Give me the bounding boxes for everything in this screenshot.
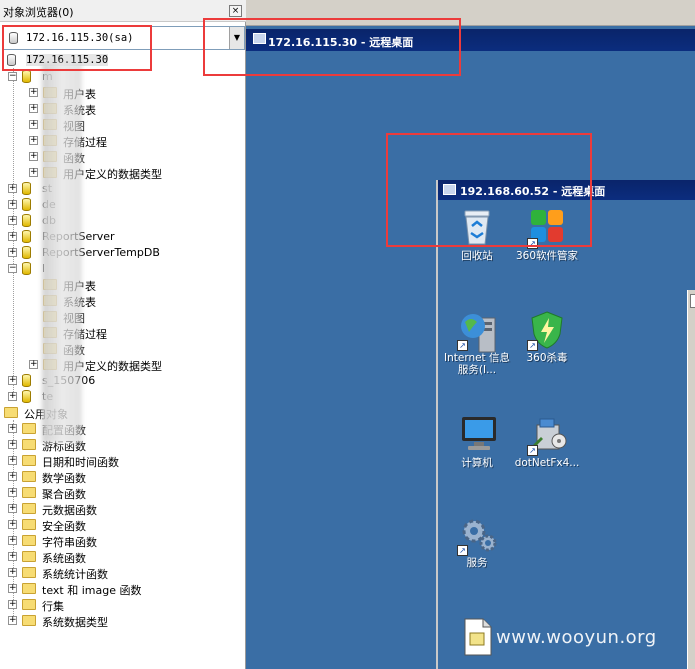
- redacted-region: [42, 63, 82, 443]
- tree-node-label: text 和 image 函数: [42, 584, 142, 597]
- desktop-icon-label: 计算机: [461, 457, 493, 469]
- tree-node-label: 系统数据类型: [42, 616, 108, 629]
- expand-icon[interactable]: +: [8, 200, 17, 209]
- tree-node-label: 元数据函数: [42, 504, 97, 517]
- expand-icon[interactable]: +: [8, 600, 17, 609]
- computer-icon: [459, 415, 496, 453]
- highlight-box-server-select: [2, 25, 152, 71]
- expand-icon[interactable]: +: [8, 536, 17, 545]
- desktop-icon-360-antivirus[interactable]: ↗ 360杀毒: [512, 310, 582, 364]
- shortcut-arrow-icon: ↗: [457, 545, 468, 556]
- iis-manager-icon: ↗: [457, 310, 496, 353]
- folder-icon: [22, 551, 36, 562]
- close-icon[interactable]: ×: [229, 5, 242, 17]
- expand-icon[interactable]: +: [29, 120, 38, 129]
- desktop-icon-label: 360软件管家: [515, 250, 579, 262]
- background-window-edge: [687, 290, 695, 669]
- expand-icon[interactable]: +: [8, 440, 17, 449]
- highlight-box-outer-rdp-title: [203, 18, 461, 76]
- folder-icon: [22, 599, 36, 610]
- expand-icon[interactable]: +: [8, 376, 17, 385]
- desktop-icon-label: Internet 信息服务(I...: [443, 352, 511, 376]
- tree-node-label: 日期和时间函数: [42, 456, 119, 469]
- folder-icon: [22, 535, 36, 546]
- database-icon: [22, 198, 31, 211]
- folder-icon: [22, 503, 36, 514]
- database-icon: [22, 70, 31, 83]
- database-icon: [22, 374, 31, 387]
- expand-icon[interactable]: +: [8, 248, 17, 257]
- desktop-icon-label: 360杀毒: [526, 352, 568, 364]
- highlight-box-inner-rdp-title: [386, 133, 592, 247]
- expand-icon[interactable]: +: [8, 552, 17, 561]
- database-icon: [22, 182, 31, 195]
- expand-icon[interactable]: +: [29, 168, 38, 177]
- tree-node-label: 数学函数: [42, 472, 86, 485]
- shortcut-arrow-icon: ↗: [457, 340, 468, 351]
- folder-icon: [4, 407, 18, 418]
- expand-icon[interactable]: +: [8, 488, 17, 497]
- expand-icon[interactable]: +: [29, 136, 38, 145]
- desktop-icon-dotnet-installer[interactable]: ↗ dotNetFx4...: [512, 415, 582, 469]
- expand-icon[interactable]: +: [8, 216, 17, 225]
- expand-icon[interactable]: +: [8, 616, 17, 625]
- desktop-icon-iis-manager[interactable]: ↗ Internet 信息服务(I...: [442, 310, 512, 376]
- folder-icon: [22, 471, 36, 482]
- expand-icon[interactable]: +: [29, 360, 38, 369]
- expand-icon[interactable]: +: [8, 568, 17, 577]
- expand-icon[interactable]: +: [8, 456, 17, 465]
- object-browser-title: 对象浏览器(0): [3, 6, 74, 19]
- dotnet-installer-icon: ↗: [527, 415, 567, 456]
- object-browser-panel: 对象浏览器(0) × 172.16.115.30(sa) ▼ 172.16.11…: [0, 0, 246, 669]
- services-gears-icon: ↗: [457, 515, 497, 556]
- database-icon: [22, 214, 31, 227]
- collapse-icon[interactable]: −: [8, 72, 17, 81]
- expand-icon[interactable]: +: [8, 584, 17, 593]
- expand-icon[interactable]: +: [8, 520, 17, 529]
- folder-icon: [22, 487, 36, 498]
- tree-node-label: 系统函数: [42, 552, 86, 565]
- expand-icon[interactable]: +: [29, 104, 38, 113]
- expand-icon[interactable]: +: [29, 88, 38, 97]
- expand-icon[interactable]: +: [8, 232, 17, 241]
- expand-icon[interactable]: +: [8, 392, 17, 401]
- expand-icon[interactable]: +: [8, 504, 17, 513]
- database-icon: [22, 390, 31, 403]
- window-edge-button: [690, 294, 695, 308]
- folder-icon: [22, 439, 36, 450]
- shortcut-arrow-icon: ↗: [527, 445, 538, 456]
- tree-node-label: 聚合函数: [42, 488, 86, 501]
- desktop-icon-services[interactable]: ↗ 服务: [442, 515, 512, 569]
- remote-desktop-inner[interactable]: 192.168.60.52 - 远程桌面 回收站 ↗ 360软件管家 ↗ Int…: [436, 180, 695, 669]
- folder-icon: [22, 455, 36, 466]
- folder-icon: [22, 519, 36, 530]
- expand-icon[interactable]: +: [29, 152, 38, 161]
- database-icon: [22, 246, 31, 259]
- 360-antivirus-icon: ↗: [527, 310, 565, 351]
- desktop-icon-label: dotNetFx4...: [514, 457, 580, 469]
- document-icon: [459, 617, 495, 656]
- folder-icon: [22, 615, 36, 626]
- database-icon: [22, 262, 31, 275]
- expand-icon[interactable]: +: [8, 424, 17, 433]
- folder-icon: [22, 423, 36, 434]
- collapse-icon[interactable]: −: [8, 264, 17, 273]
- tree-node-label: 安全函数: [42, 520, 86, 533]
- desktop-icon-label: 服务: [466, 557, 488, 569]
- desktop-icon-label: 回收站: [461, 250, 493, 262]
- watermark: www.wooyun.org: [496, 627, 657, 648]
- expand-icon[interactable]: +: [8, 472, 17, 481]
- folder-icon: [22, 583, 36, 594]
- expand-icon[interactable]: +: [8, 184, 17, 193]
- shortcut-arrow-icon: ↗: [527, 340, 538, 351]
- tree-node-label: 字符串函数: [42, 536, 97, 549]
- database-icon: [22, 230, 31, 243]
- desktop-icon-computer[interactable]: 计算机: [442, 415, 512, 469]
- tree-node-label: 行集: [42, 600, 64, 613]
- tree-node-label: 系统统计函数: [42, 568, 108, 581]
- folder-icon: [22, 567, 36, 578]
